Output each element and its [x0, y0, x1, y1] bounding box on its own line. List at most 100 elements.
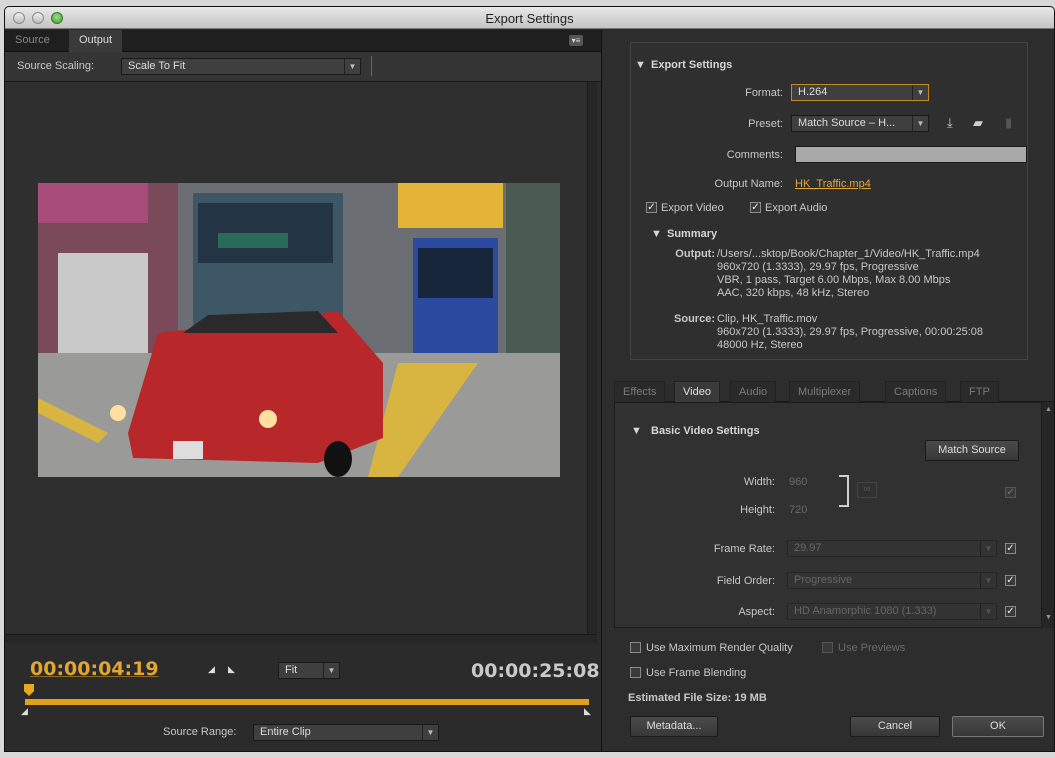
source-scaling-label: Source Scaling:	[17, 60, 95, 72]
export-settings-disclosure-icon[interactable]: ▼	[635, 59, 646, 71]
video-settings-panel: ▼ Basic Video Settings Match Source Widt…	[614, 402, 1042, 628]
tab-ftp[interactable]: FTP	[960, 381, 999, 402]
frame-rate-value: 29.97	[794, 542, 822, 554]
field-order-checkbox[interactable]: ✓	[1005, 575, 1016, 586]
window-title: Export Settings	[485, 11, 574, 26]
tab-effects[interactable]: Effects	[614, 381, 666, 402]
link-icon[interactable]: ∞	[857, 482, 877, 498]
export-settings-window: Export Settings Source Output ▾≡ Source …	[4, 6, 1055, 752]
summary-output-key: Output:	[675, 248, 715, 260]
chevron-down-icon: ▼	[422, 725, 438, 740]
chevron-down-icon: ▼	[980, 604, 996, 619]
tab-multiplexer[interactable]: Multiplexer	[789, 381, 861, 402]
video-frame-illustration	[38, 183, 560, 477]
summary-disclosure-icon[interactable]: ▼	[651, 228, 662, 240]
import-preset-icon[interactable]: ▰	[973, 115, 983, 131]
save-preset-icon[interactable]: ⤓	[947, 115, 953, 131]
preview-panel: Source Output ▾≡ Source Scaling: Scale T…	[5, 30, 601, 751]
output-name-label: Output Name:	[714, 178, 783, 190]
height-value[interactable]: 720	[789, 504, 807, 516]
chevron-down-icon: ▼	[980, 573, 996, 588]
zoom-dropdown[interactable]: Fit ▼	[278, 662, 340, 679]
video-frame-image	[38, 183, 560, 477]
summary-output-details: /Users/...sktop/Book/Chapter_1/Video/HK_…	[717, 248, 980, 299]
chevron-down-icon: ▼	[912, 116, 928, 131]
frame-rate-dropdown[interactable]: 29.97 ▼	[787, 540, 997, 557]
scroll-down-icon[interactable]: ▼	[1045, 614, 1052, 621]
basic-video-disclosure-icon[interactable]: ▼	[631, 425, 642, 437]
export-video-label: Export Video	[661, 202, 724, 214]
viewer-horizontal-scrollbar[interactable]	[5, 634, 597, 643]
source-scaling-row: Source Scaling: Scale To Fit ▼	[5, 52, 601, 82]
export-video-checkbox[interactable]: ✓	[646, 202, 657, 213]
frame-rate-checkbox[interactable]: ✓	[1005, 543, 1016, 554]
field-order-dropdown[interactable]: Progressive ▼	[787, 572, 997, 589]
use-previews-checkbox[interactable]	[822, 642, 833, 653]
aspect-dropdown[interactable]: HD Anamorphic 1080 (1.333) ▼	[787, 603, 997, 620]
frame-blending-label: Use Frame Blending	[646, 667, 747, 679]
basic-video-settings-header: Basic Video Settings	[651, 425, 760, 437]
summary-header: Summary	[667, 228, 718, 240]
tab-source[interactable]: Source	[5, 30, 60, 52]
width-label: Width:	[743, 476, 775, 488]
aspect-checkbox[interactable]: ✓	[1005, 606, 1016, 617]
match-source-button[interactable]: Match Source	[925, 440, 1019, 461]
field-order-label: Field Order:	[716, 575, 775, 587]
source-range-dropdown[interactable]: Entire Clip ▼	[253, 724, 439, 741]
preset-dropdown[interactable]: Match Source – H... ▼	[791, 115, 929, 132]
mark-out-icon[interactable]: ◣	[228, 664, 235, 675]
timeline-bar[interactable]	[25, 699, 589, 705]
size-match-checkbox[interactable]: ✓	[1005, 487, 1016, 498]
tab-output[interactable]: Output	[69, 30, 123, 52]
cancel-button[interactable]: Cancel	[850, 716, 940, 737]
divider	[371, 56, 372, 76]
aspect-label: Aspect:	[738, 606, 775, 618]
format-dropdown[interactable]: H.264 ▼	[791, 84, 929, 101]
max-render-quality-label: Use Maximum Render Quality	[646, 642, 793, 654]
max-render-quality-checkbox[interactable]	[630, 642, 641, 653]
mark-in-icon[interactable]: ◢	[208, 664, 215, 675]
source-range-value: Entire Clip	[260, 726, 311, 738]
viewer-vertical-scrollbar[interactable]	[587, 82, 597, 634]
source-scaling-dropdown[interactable]: Scale To Fit ▼	[121, 58, 361, 75]
ok-button[interactable]: OK	[952, 716, 1044, 737]
tab-captions[interactable]: Captions	[885, 381, 947, 402]
title-bar[interactable]: Export Settings	[5, 7, 1054, 29]
chevron-down-icon: ▼	[344, 59, 360, 74]
delete-preset-icon[interactable]: ▮	[1005, 115, 1012, 131]
summary-source-details: Clip, HK_Traffic.mov 960x720 (1.3333), 2…	[717, 313, 984, 351]
frame-blending-checkbox[interactable]	[630, 667, 641, 678]
export-audio-label: Export Audio	[765, 202, 828, 214]
chevron-down-icon: ▼	[323, 663, 339, 678]
settings-panel: ▼ Export Settings Format: H.264 ▼ Preset…	[601, 30, 1054, 751]
source-scaling-value: Scale To Fit	[128, 60, 186, 72]
tab-audio[interactable]: Audio	[730, 381, 777, 402]
format-label: Format:	[745, 87, 783, 99]
panel-menu-icon[interactable]: ▾≡	[569, 35, 583, 46]
scroll-up-icon[interactable]: ▲	[1045, 406, 1052, 413]
playhead-handle[interactable]	[24, 684, 34, 696]
duration-display: 00:00:25:08	[471, 660, 600, 682]
comments-input[interactable]	[795, 146, 1027, 163]
height-label: Height:	[740, 504, 775, 516]
settings-tab-bar: Effects Video Audio Multiplexer Captions…	[614, 380, 1054, 402]
source-range-label: Source Range:	[163, 726, 237, 738]
estimated-file-size: Estimated File Size: 19 MB	[628, 692, 767, 704]
comments-label: Comments:	[726, 149, 783, 161]
field-order-value: Progressive	[794, 574, 853, 586]
output-name-link[interactable]: HK_Traffic.mp4	[795, 178, 871, 190]
use-previews-label: Use Previews	[838, 642, 906, 654]
current-time-display[interactable]: 00:00:04:19	[30, 658, 159, 680]
summary-source-key: Source:	[674, 313, 715, 325]
out-point-marker-icon[interactable]: ◣	[584, 706, 591, 717]
export-audio-checkbox[interactable]: ✓	[750, 202, 761, 213]
width-value[interactable]: 960	[789, 476, 807, 488]
format-value: H.264	[798, 86, 828, 98]
in-point-marker-icon[interactable]: ◢	[21, 706, 28, 717]
tab-video[interactable]: Video	[674, 381, 720, 402]
chevron-down-icon: ▼	[980, 541, 996, 556]
settings-vertical-scrollbar[interactable]: ▲ ▼	[1042, 402, 1054, 628]
metadata-button[interactable]: Metadata...	[630, 716, 718, 737]
zoom-value: Fit	[285, 664, 298, 676]
frame-rate-label: Frame Rate:	[713, 543, 775, 555]
